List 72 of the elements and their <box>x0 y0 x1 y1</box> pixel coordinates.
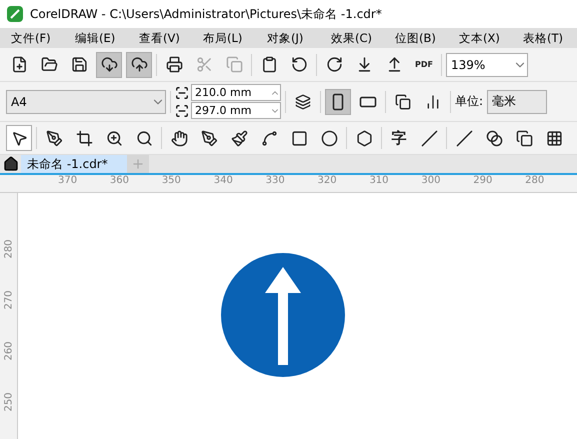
cloud-up-button[interactable] <box>126 52 152 78</box>
zoom-icon <box>106 130 122 146</box>
menu-item[interactable]: 文件(F) <box>0 30 64 46</box>
menu-item[interactable]: 表格(T) <box>512 30 576 46</box>
shadow-icon <box>516 130 532 146</box>
menu-item[interactable]: 查看(V) <box>128 30 192 46</box>
ruler-label: 290 <box>473 175 494 188</box>
layers-icon <box>295 94 311 110</box>
rect-icon <box>290 130 308 146</box>
text-tool[interactable]: 字 <box>386 125 412 151</box>
unit-label: 单位: <box>455 93 484 110</box>
zoom-combo[interactable]: 139% <box>446 52 528 76</box>
undo-icon <box>290 56 308 73</box>
width-icon <box>175 86 189 100</box>
ruler-label: 330 <box>266 175 286 188</box>
ruler-label: 320 <box>318 175 338 188</box>
redo-icon <box>326 56 342 73</box>
ruler-label: 280 <box>525 175 546 188</box>
connector-icon <box>456 130 472 146</box>
brush-icon <box>230 130 248 146</box>
copy-icon <box>226 56 242 73</box>
ruler-label: 280 <box>2 239 15 259</box>
curve-icon <box>260 130 278 146</box>
menu-item[interactable]: 文本(X) <box>448 30 512 46</box>
ruler-label: 350 <box>162 175 182 188</box>
ruler-label: 370 <box>58 175 78 188</box>
menu-item[interactable]: 布局(L) <box>192 30 256 46</box>
cut-icon <box>196 56 212 73</box>
ruler-label: 300 <box>421 175 442 188</box>
home-icon <box>2 156 18 172</box>
transparency-icon <box>546 130 562 146</box>
save-icon <box>70 56 88 73</box>
menu-item[interactable]: 编辑(E) <box>64 30 128 46</box>
ruler-label: 270 <box>2 290 15 310</box>
plus-icon <box>131 157 145 171</box>
pdf-button[interactable]: PDF <box>411 52 437 78</box>
menu-item[interactable]: 位图(B) <box>384 30 448 46</box>
pages-icon <box>395 94 411 110</box>
page-size-dropdown[interactable]: A4 <box>6 90 166 114</box>
new-icon <box>10 56 28 73</box>
height-icon <box>175 104 189 118</box>
line-icon <box>420 130 438 146</box>
portrait-button[interactable] <box>325 88 351 114</box>
ruler-label: 260 <box>2 341 15 361</box>
document-tab[interactable]: 未命名 -1.cdr* <box>21 155 127 173</box>
crop-icon <box>76 130 92 146</box>
pan-icon <box>170 130 188 146</box>
window-title: CorelDRAW - C:\Users\Administrator\Pictures\未命名 -1.cdr* <box>30 6 382 22</box>
ruler-label: 310 <box>369 175 390 188</box>
menu-item[interactable]: 效果(C) <box>320 30 384 46</box>
pen-icon <box>200 130 218 146</box>
blend-icon <box>486 130 502 146</box>
height-field[interactable]: 297.0 mm <box>191 102 281 119</box>
polygon-icon <box>356 130 372 146</box>
print-icon <box>166 56 182 73</box>
cloud-up-icon <box>130 56 148 73</box>
pick-icon <box>10 130 28 146</box>
ruler-label: 250 <box>2 392 15 412</box>
ruler-label: 340 <box>214 175 234 188</box>
menu-item[interactable]: 对象(J) <box>256 30 320 46</box>
ruler-label: 360 <box>110 175 130 188</box>
ellipse-icon <box>320 130 338 146</box>
app-logo-icon <box>6 5 24 23</box>
cloud-down-icon <box>100 56 118 73</box>
open-icon <box>40 56 58 73</box>
pick-tool[interactable] <box>6 125 32 151</box>
bars-icon <box>425 94 441 110</box>
paste-icon <box>260 56 278 73</box>
zoom2-icon <box>136 130 152 146</box>
unit-dropdown[interactable]: 毫米 <box>487 90 548 114</box>
cloud-down-button[interactable] <box>96 52 122 78</box>
width-field[interactable]: 210.0 mm <box>191 84 281 101</box>
